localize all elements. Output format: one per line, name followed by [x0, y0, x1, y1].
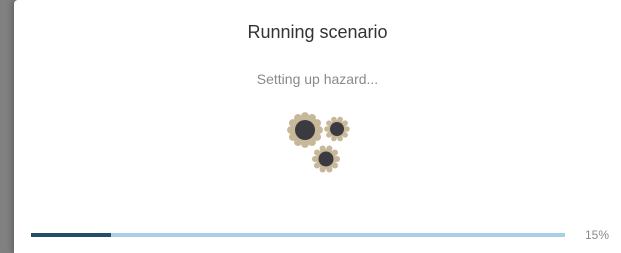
progress-percent-label: 15%	[585, 228, 610, 242]
gear-large-icon	[287, 112, 323, 148]
dialog-title: Running scenario	[247, 22, 388, 42]
gear-small-bottom-icon	[311, 145, 341, 173]
progress-bar	[31, 233, 565, 237]
gear-small-right-icon	[324, 116, 350, 142]
progress-bar-fill	[31, 233, 112, 237]
running-scenario-dialog: Running scenario Setting up hazard... 15…	[14, 0, 621, 253]
status-text: Setting up hazard...	[256, 71, 379, 87]
modal-backdrop	[0, 0, 14, 253]
gears-icon	[287, 112, 350, 173]
